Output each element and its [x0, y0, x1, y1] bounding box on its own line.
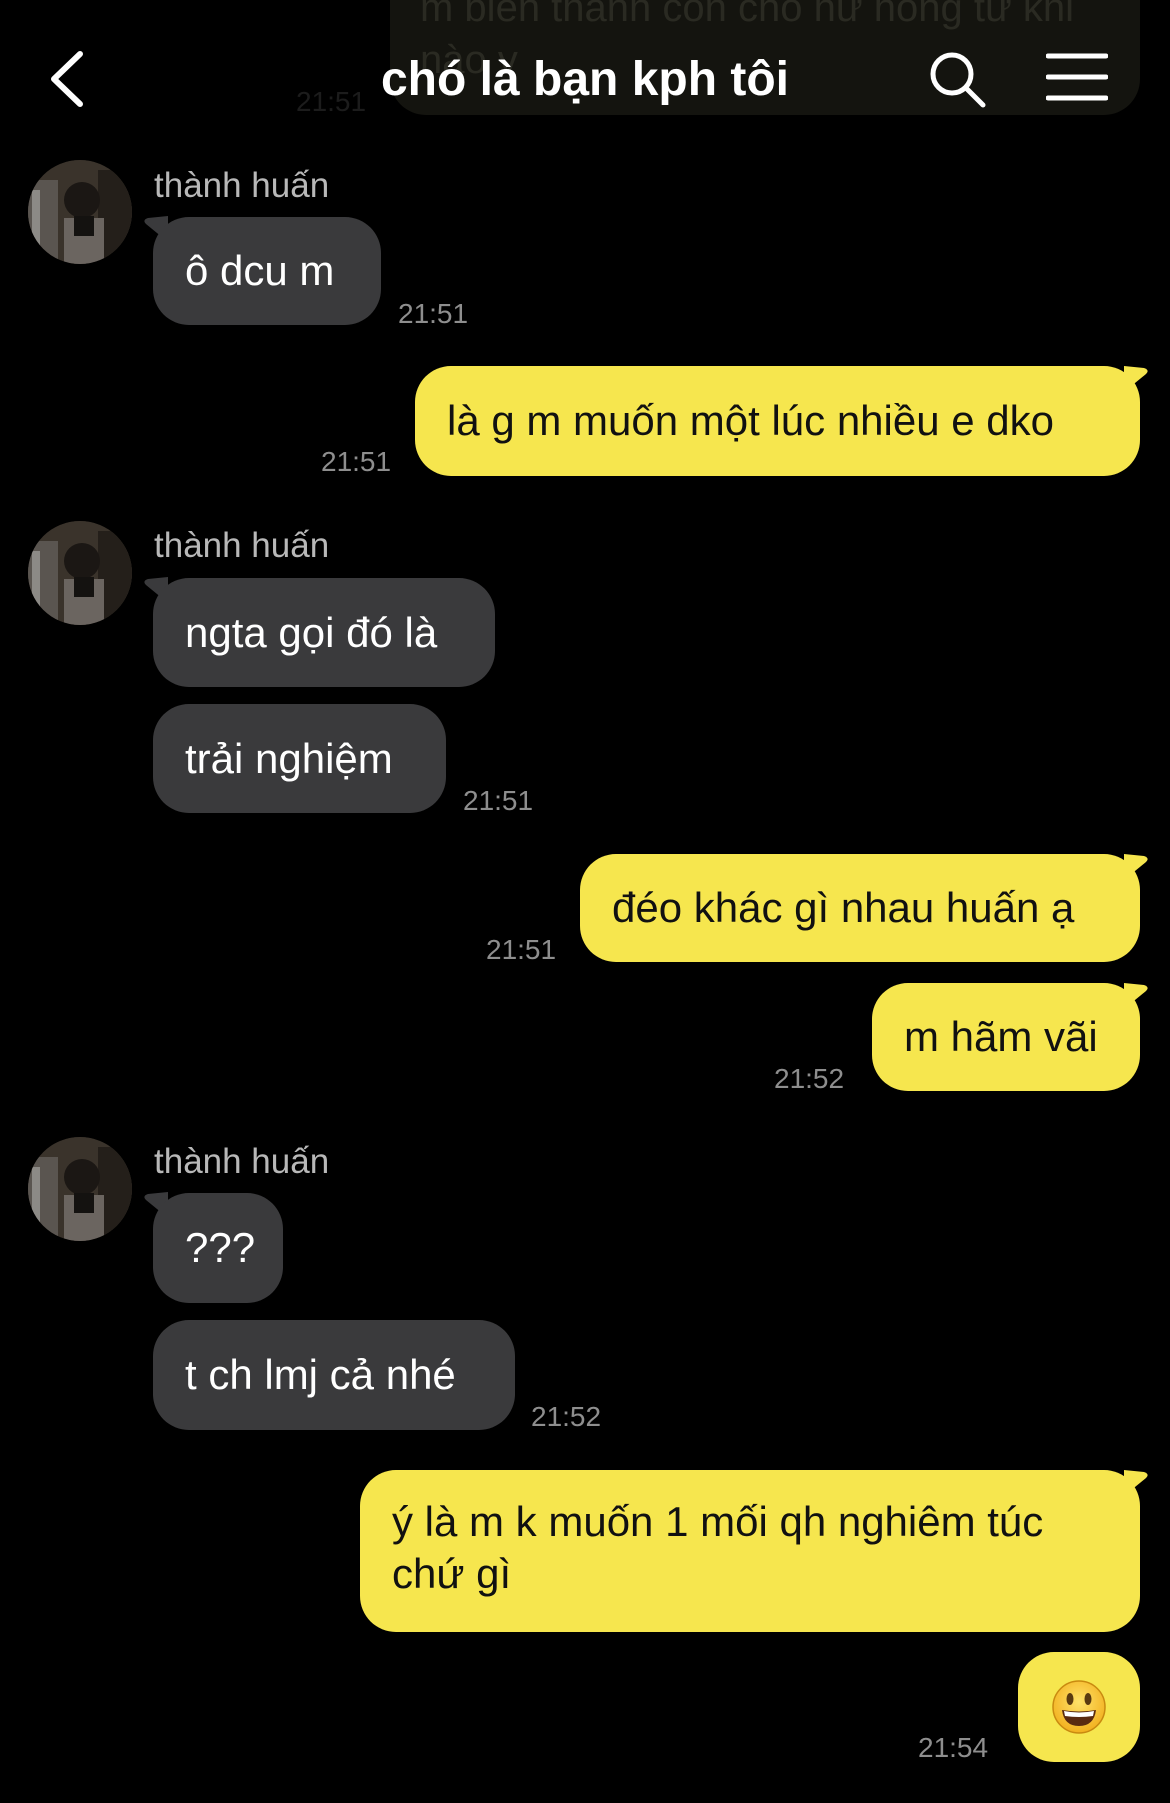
message-text: đéo khác gì nhau huấn ạ — [612, 884, 1075, 931]
bubble-tail — [1124, 366, 1148, 392]
message-text: là g m muốn một lúc nhiều e dko — [447, 397, 1054, 444]
message-time: 21:51 — [321, 446, 392, 477]
message-bubble-incoming[interactable]: ??? — [153, 1193, 283, 1303]
message-bubble-outgoing[interactable]: đéo khác gì nhau huấn ạ — [580, 854, 1140, 962]
message-bubble-outgoing[interactable] — [1018, 1652, 1140, 1762]
message-text: ý là m k muốn 1 mối qh nghiêm túc chứ gì — [392, 1498, 1044, 1597]
bubble-tail — [1124, 983, 1148, 1009]
message-bubble-outgoing[interactable]: m hãm vãi — [872, 983, 1140, 1091]
message-time: 21:52 — [531, 1401, 602, 1432]
grinning-face-emoji — [1052, 1680, 1106, 1734]
message-text: ô dcu m — [185, 247, 335, 294]
message-time: 21:51 — [398, 298, 469, 329]
sender-name: thành huấn — [154, 526, 330, 565]
back-button[interactable] — [44, 48, 94, 110]
message-time: 21:54 — [918, 1732, 989, 1763]
message-text: t ch lmj cả nhé — [185, 1351, 456, 1398]
message-bubble-incoming[interactable]: ô dcu m — [153, 217, 381, 325]
message-time: 21:51 — [486, 934, 557, 965]
message-time: 21:51 — [463, 785, 534, 816]
message-bubble-incoming[interactable]: trải nghiệm — [153, 704, 446, 813]
sender-name: thành huấn — [154, 1142, 330, 1181]
menu-icon — [1045, 53, 1109, 101]
avatar[interactable] — [28, 521, 132, 625]
message-bubble-incoming[interactable]: ngta gọi đó là — [153, 578, 495, 687]
chevron-left-icon — [51, 51, 83, 107]
message-text: ??? — [185, 1224, 256, 1271]
message-bubble-incoming[interactable]: t ch lmj cả nhé — [153, 1320, 515, 1430]
chat-header: chó là bạn kph tôi — [0, 0, 1170, 160]
message-time: 21:52 — [774, 1063, 845, 1094]
message-text: m hãm vãi — [904, 1013, 1098, 1060]
message-text: trải nghiệm — [185, 734, 393, 782]
search-icon — [930, 52, 986, 108]
sender-name: thành huấn — [154, 166, 330, 205]
message-bubble-outgoing[interactable]: ý là m k muốn 1 mối qh nghiêm túc chứ gì — [360, 1470, 1140, 1632]
chat-title: chó là bạn kph tôi — [380, 53, 790, 106]
avatar[interactable] — [28, 1137, 132, 1241]
message-text: ngta gọi đó là — [185, 608, 438, 656]
bubble-tail — [1124, 854, 1148, 880]
menu-button[interactable] — [1045, 52, 1109, 102]
message-bubble-outgoing[interactable]: là g m muốn một lúc nhiều e dko — [415, 366, 1140, 476]
bubble-tail — [1124, 1470, 1148, 1496]
search-button[interactable] — [928, 50, 988, 110]
avatar[interactable] — [28, 160, 132, 264]
